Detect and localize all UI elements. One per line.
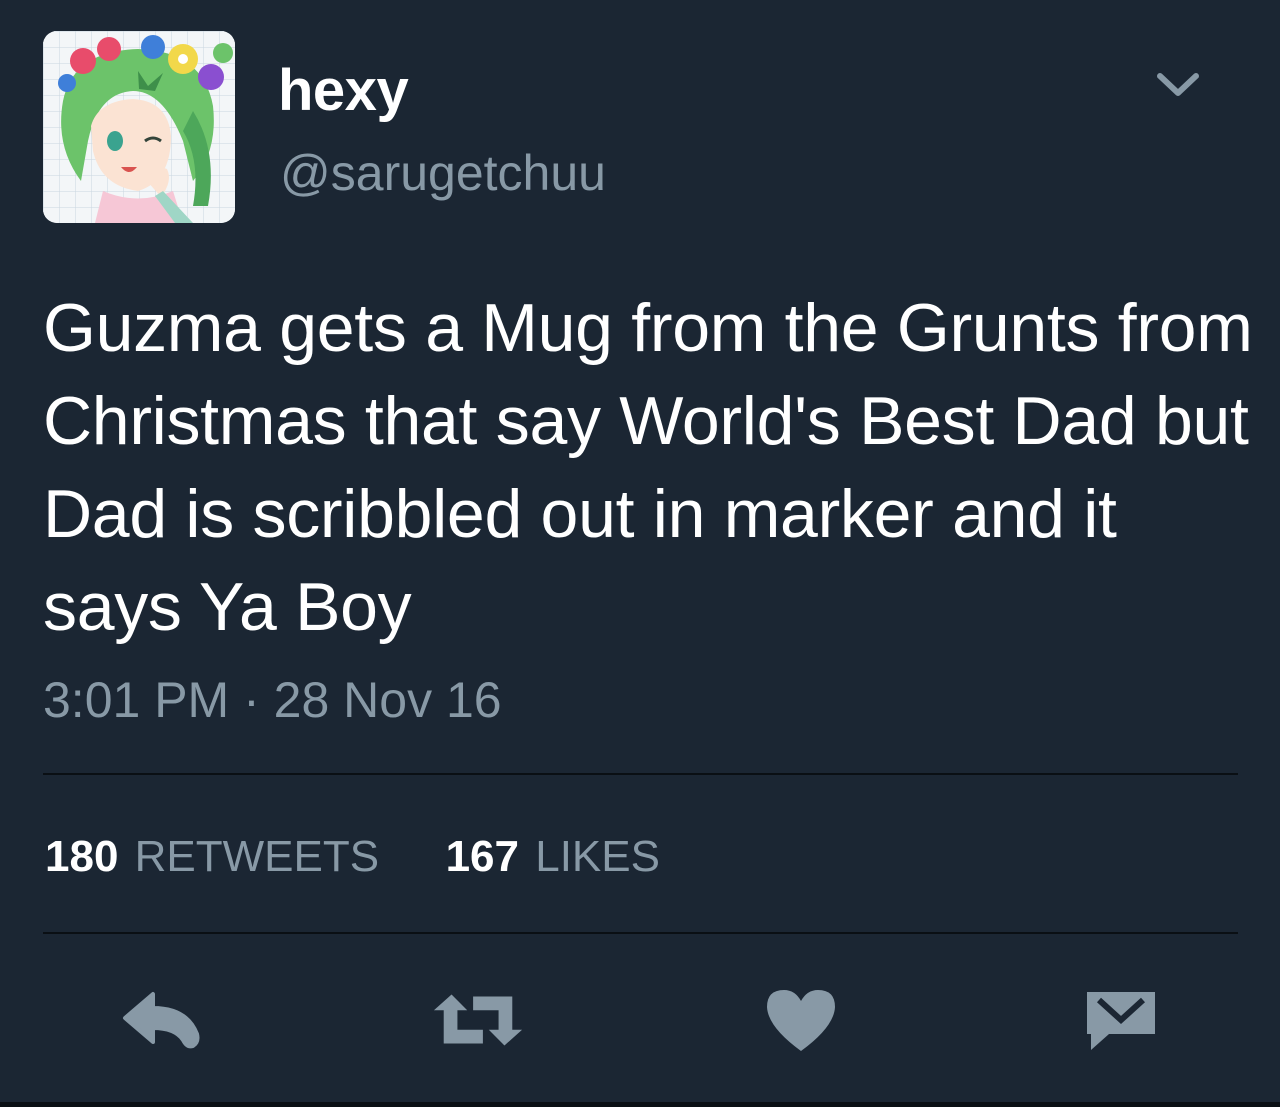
direct-message-button[interactable]	[1073, 982, 1169, 1058]
retweet-icon	[433, 994, 523, 1046]
tweet-timestamp[interactable]: 3:01 PM · 28 Nov 16	[43, 670, 502, 730]
more-options-chevron-down-icon[interactable]	[1150, 62, 1206, 106]
divider	[43, 932, 1238, 934]
retweet-button[interactable]	[430, 982, 526, 1058]
like-button[interactable]	[753, 982, 849, 1058]
retweets-label: RETWEETS	[134, 832, 380, 881]
divider	[43, 773, 1238, 775]
display-name[interactable]: hexy	[278, 55, 409, 127]
retweets-stat[interactable]: 180 RETWEETS	[45, 832, 391, 881]
avatar[interactable]	[43, 31, 235, 223]
likes-stat[interactable]: 167 LIKES	[446, 832, 660, 881]
reply-button[interactable]	[112, 982, 208, 1058]
retweets-count: 180	[45, 832, 119, 881]
likes-label: LIKES	[535, 832, 660, 881]
tweet-detail: hexy @sarugetchuu Guzma gets a Mug from …	[0, 0, 1280, 1107]
reply-icon	[123, 992, 200, 1049]
user-handle[interactable]: @sarugetchuu	[280, 141, 606, 205]
envelope-icon	[1087, 992, 1155, 1050]
tweet-text: Guzma gets a Mug from the Grunts from Ch…	[43, 290, 1253, 645]
anime-avatar-icon	[43, 31, 235, 223]
heart-icon	[767, 990, 835, 1051]
tweet-stats: 180 RETWEETS 167 LIKES	[45, 828, 660, 886]
bottom-border	[0, 1102, 1280, 1107]
likes-count: 167	[445, 832, 519, 881]
